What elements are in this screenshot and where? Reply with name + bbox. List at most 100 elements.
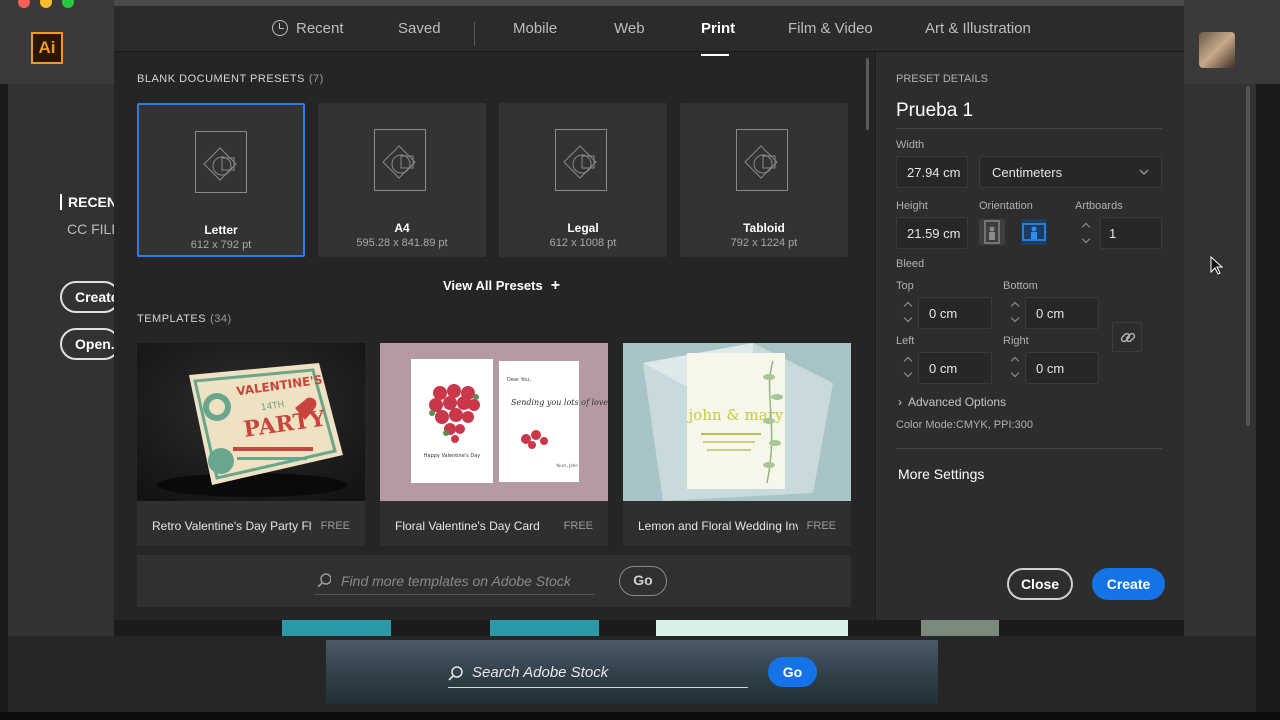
bleed-left-input[interactable]: 0 cm [918,352,992,384]
bleed-top-stepper[interactable] [902,300,914,324]
advanced-options-toggle[interactable]: › Advanced Options [898,395,1006,409]
go-button[interactable]: Go [619,566,667,596]
sidebar-item-cc-files[interactable]: CC FILE [67,221,121,237]
plus-icon: + [550,277,561,294]
stock-thumbnail[interactable] [921,618,999,636]
document-icon [374,129,426,191]
preset-size: 792 x 1224 pt [730,237,798,249]
tab-print[interactable]: Print [701,20,735,37]
artboards-input[interactable]: 1 [1100,217,1162,249]
templates-section-title: TEMPLATES (34) [137,313,232,325]
document-name-input[interactable]: Prueba 1 [896,100,1162,129]
units-select[interactable]: Centimeters [979,156,1162,188]
illustrator-logo: Ai [31,32,63,64]
chevron-right-icon: › [898,395,902,409]
preset-name: Legal [567,221,599,235]
preset-letter[interactable]: Letter 612 x 792 pt [137,103,305,257]
template-thumbnail: Happy Valentine's Day Dear You, Sending … [380,343,608,501]
preset-size: 595.28 x 841.89 pt [356,237,448,249]
stock-search-bar: Find more templates on Adobe Stock Go [137,555,851,607]
stock-go-button[interactable]: Go [768,657,817,687]
bleed-right-input[interactable]: 0 cm [1025,352,1099,384]
bleed-bottom-stepper[interactable] [1009,300,1021,324]
landscape-icon [1022,223,1046,241]
document-icon [555,129,607,191]
width-input[interactable]: 27.94 cm [896,156,968,188]
tab-recent[interactable]: Recent [272,20,344,37]
portrait-button[interactable] [979,219,1005,245]
height-input[interactable]: 21.59 cm [896,217,968,249]
svg-text:Dear You,: Dear You, [507,377,531,383]
free-badge: FREE [320,520,350,532]
preset-name: Tabloid [743,221,785,235]
template-name: Retro Valentine's Day Party Flyer [152,519,312,533]
template-name: Floral Valentine's Day Card [395,519,540,533]
template-card[interactable]: VALENTINE'S PARTY 14TH Retro Valentine's… [137,343,365,546]
template-card[interactable]: Happy Valentine's Day Dear You, Sending … [380,343,608,546]
artboards-stepper[interactable] [1080,221,1092,245]
close-button[interactable]: Close [1007,568,1073,600]
bleed-top-input[interactable]: 0 cm [918,297,992,329]
more-settings-button[interactable]: More Settings [898,466,984,482]
start-create-button[interactable]: Create [60,281,120,313]
tab-film-video[interactable]: Film & Video [788,20,873,37]
zoom-window-button[interactable] [62,0,74,8]
template-name: Lemon and Floral Wedding Invita... [638,519,798,533]
bleed-bottom-label: Bottom [1003,280,1038,292]
portrait-icon [984,220,1000,244]
app-start-sidebar [8,84,114,636]
presets-section-title: BLANK DOCUMENT PRESETS (7) [137,73,324,85]
svg-text:Yours, John: Yours, John [555,463,578,468]
app-scrollbar[interactable] [1246,86,1250,426]
template-thumbnail: john & mary [623,343,851,501]
template-card[interactable]: john & mary Lemon and Floral Wedding Inv… [623,343,851,546]
view-all-presets-button[interactable]: View All Presets + [443,277,560,295]
free-badge: FREE [563,520,593,532]
preset-legal[interactable]: Legal 612 x 1008 pt [499,103,667,257]
tab-mobile[interactable]: Mobile [513,20,557,37]
clock-icon [272,20,288,36]
free-badge: FREE [806,520,836,532]
tab-art-illustration[interactable]: Art & Illustration [925,20,1031,37]
bleed-left-stepper[interactable] [902,355,914,379]
divider [896,448,1162,449]
landscape-button[interactable] [1021,219,1047,245]
link-bleed-button[interactable] [1112,322,1142,352]
tab-divider [474,22,475,46]
preset-size: 612 x 1008 pt [549,237,617,249]
adobe-stock-search-input[interactable]: Search Adobe Stock [448,660,748,688]
width-label: Width [896,139,925,151]
stock-thumbnail[interactable] [282,618,391,636]
svg-text:Sending you lots of love: Sending you lots of love [511,398,608,407]
new-document-dialog: Recent Saved Mobile Web Print Film & Vid… [114,0,1184,620]
presets-scrollbar[interactable] [866,58,869,130]
stock-thumbnail[interactable] [490,618,599,636]
preset-details-panel: PRESET DETAILS Prueba 1 Width 27.94 cm C… [875,52,1184,620]
template-thumbnail: VALENTINE'S PARTY 14TH [137,343,365,501]
tab-web[interactable]: Web [614,20,645,37]
svg-text:Happy Valentine's Day: Happy Valentine's Day [424,453,481,459]
close-window-button[interactable] [18,0,30,8]
stock-search-input[interactable]: Find more templates on Adobe Stock [315,571,595,595]
minimize-window-button[interactable] [40,0,52,8]
user-avatar[interactable] [1199,32,1235,68]
tab-label: Recent [296,20,344,37]
window-controls [18,0,74,8]
bleed-right-stepper[interactable] [1009,355,1021,379]
active-tab-indicator [701,54,729,56]
bleed-top-label: Top [896,280,914,292]
bleed-right-label: Right [1003,335,1029,347]
preset-name: Letter [204,223,238,237]
document-icon [736,129,788,191]
stock-thumbnail[interactable] [656,618,848,636]
preset-a4[interactable]: A4 595.28 x 841.89 pt [318,103,486,257]
create-button[interactable]: Create [1092,568,1165,600]
category-tabs: Recent Saved Mobile Web Print Film & Vid… [114,6,1184,56]
tab-saved[interactable]: Saved [398,20,441,37]
start-open-button[interactable]: Open... [60,328,120,360]
bleed-bottom-input[interactable]: 0 cm [1025,297,1099,329]
preset-tabloid[interactable]: Tabloid 792 x 1224 pt [680,103,848,257]
preset-name: A4 [394,221,410,235]
height-label: Height [896,200,928,212]
link-icon [1120,332,1136,343]
